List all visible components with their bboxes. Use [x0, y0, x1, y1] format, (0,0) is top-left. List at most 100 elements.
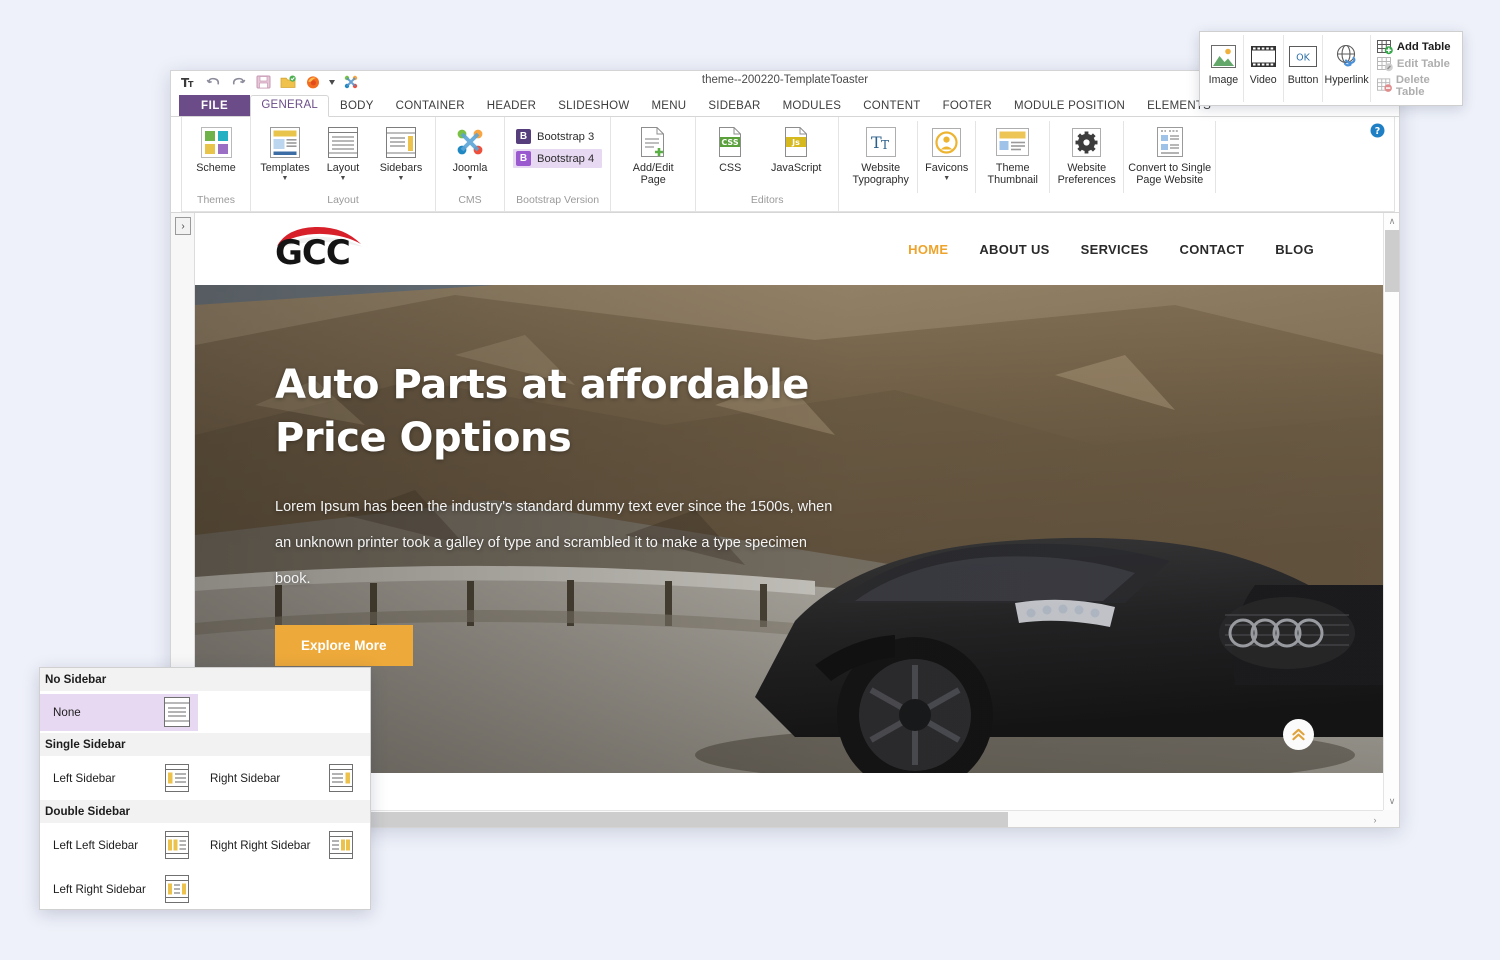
website-preview-canvas[interactable]: GCC HOME ABOUT US SERVICES CONTACT BLOG	[195, 213, 1399, 827]
delete-table-button[interactable]: Delete Table	[1377, 74, 1458, 98]
redo-icon[interactable]	[229, 74, 247, 91]
sidebar-option-right-right-sidebar-label: Right Right Sidebar	[201, 839, 324, 852]
tab-footer[interactable]: FOOTER	[932, 96, 1003, 117]
sidebar-option-right-sidebar[interactable]: Right Sidebar	[201, 760, 362, 797]
hyperlink-icon	[1334, 41, 1360, 71]
css-editor-button[interactable]: CSS CSS	[701, 121, 759, 174]
sidebars-dropdown-panel: No Sidebar None Single Sidebar Left Side…	[39, 667, 371, 910]
sidebars-caret-icon[interactable]: ▼	[398, 175, 405, 182]
css-file-icon: CSS	[717, 124, 744, 160]
edit-table-button[interactable]: Edit Table	[1377, 57, 1458, 72]
ribbon-group-page: Add/Edit Page	[611, 117, 696, 211]
tab-module-position[interactable]: MODULE POSITION	[1003, 96, 1136, 117]
typography-icon: T T	[866, 124, 896, 160]
templates-button[interactable]: Templates ▼	[256, 121, 314, 182]
nav-link-services[interactable]: SERVICES	[1081, 242, 1149, 257]
delete-table-label: Delete Table	[1396, 74, 1458, 98]
joomla-icon[interactable]	[342, 74, 360, 91]
bootstrap3-badge-icon: B	[516, 129, 531, 144]
favicons-button[interactable]: Favicons ▼	[918, 121, 976, 193]
nav-link-home[interactable]: HOME	[908, 242, 948, 257]
preview-firefox-icon[interactable]	[304, 74, 322, 91]
bootstrap4-label: Bootstrap 4	[537, 153, 594, 165]
scrollbar-corner	[1383, 810, 1399, 827]
favicons-label: Favicons	[925, 162, 968, 174]
sidebar-left-left-icon	[160, 831, 194, 859]
add-edit-page-icon	[639, 124, 667, 160]
website-typography-button[interactable]: T T Website Typography	[844, 121, 918, 193]
sidebar-option-row: Left Sidebar Right Sidebar	[40, 756, 370, 800]
joomla-cms-button[interactable]: Joomla ▼	[441, 121, 499, 182]
add-edit-page-button[interactable]: Add/Edit Page	[616, 121, 690, 186]
layout-caret-icon[interactable]: ▼	[340, 175, 347, 182]
joomla-caret-icon[interactable]: ▼	[467, 175, 474, 182]
tab-slideshow[interactable]: SLIDESHOW	[547, 96, 640, 117]
tab-menu[interactable]: MENU	[640, 96, 697, 117]
scroll-down-arrow-icon[interactable]: ∨	[1384, 793, 1399, 810]
sidebars-label: Sidebars	[380, 162, 423, 174]
scroll-up-arrow-icon[interactable]: ∧	[1384, 213, 1399, 230]
nav-link-contact[interactable]: CONTACT	[1180, 242, 1245, 257]
add-table-button[interactable]: Add Table	[1377, 40, 1458, 55]
bootstrap4-option[interactable]: B Bootstrap 4	[513, 149, 602, 168]
scheme-button[interactable]: Scheme	[187, 121, 245, 174]
favicons-caret-icon[interactable]: ▼	[943, 175, 950, 182]
tab-container[interactable]: CONTAINER	[385, 96, 476, 117]
scheme-label: Scheme	[196, 162, 236, 174]
save-icon[interactable]	[254, 74, 272, 91]
undo-icon[interactable]	[204, 74, 222, 91]
sidebar-option-row: Left Right Sidebar	[40, 867, 370, 911]
export-icon[interactable]	[279, 74, 297, 91]
sidebar-option-left-left-sidebar[interactable]: Left Left Sidebar	[40, 827, 201, 864]
nav-link-about-us[interactable]: ABOUT US	[979, 242, 1049, 257]
button-icon: OK	[1289, 41, 1317, 71]
insert-video-button[interactable]: Video	[1244, 35, 1284, 102]
javascript-editor-button[interactable]: Js JavaScript	[759, 121, 833, 174]
preview-horizontal-scrollbar[interactable]: ›	[195, 810, 1383, 827]
layout-button[interactable]: Layout ▼	[314, 121, 372, 182]
website-preview: GCC HOME ABOUT US SERVICES CONTACT BLOG	[195, 213, 1384, 773]
table-actions-group: Add Table Edit Table	[1371, 35, 1458, 102]
explore-more-button[interactable]: Explore More	[275, 625, 413, 666]
site-logo-text: GCC	[275, 233, 350, 273]
ribbon-group-label-layout: Layout	[256, 193, 430, 206]
tab-body[interactable]: BODY	[329, 96, 385, 117]
scroll-to-top-button[interactable]	[1283, 719, 1314, 750]
templates-caret-icon[interactable]: ▼	[282, 175, 289, 182]
website-preferences-button[interactable]: Website Preferences	[1050, 121, 1124, 193]
sidebar-right-icon	[324, 764, 358, 792]
sidebar-option-left-sidebar[interactable]: Left Sidebar	[40, 760, 201, 797]
insert-hyperlink-button[interactable]: Hyperlink	[1323, 35, 1370, 102]
add-edit-page-label: Add/Edit Page	[633, 162, 674, 186]
website-preferences-label: Website Preferences	[1058, 162, 1116, 186]
tab-modules[interactable]: MODULES	[772, 96, 853, 117]
tab-general[interactable]: GENERAL	[250, 95, 329, 117]
convert-single-page-button[interactable]: Convert to Single Page Website	[1124, 121, 1216, 193]
bootstrap3-label: Bootstrap 3	[537, 131, 594, 143]
help-icon[interactable]: ?	[1370, 123, 1385, 138]
bootstrap3-option[interactable]: B Bootstrap 3	[513, 127, 602, 146]
sidebar-option-right-right-sidebar[interactable]: Right Right Sidebar	[201, 827, 362, 864]
font-size-icon[interactable]: T T	[179, 74, 197, 91]
expand-panel-button[interactable]: ›	[175, 217, 191, 235]
sidebars-button[interactable]: Sidebars ▼	[372, 121, 430, 182]
sidebar-option-left-right-sidebar[interactable]: Left Right Sidebar	[40, 871, 201, 908]
vertical-scroll-thumb[interactable]	[1385, 230, 1399, 292]
sidebar-option-left-left-sidebar-label: Left Left Sidebar	[40, 839, 160, 852]
ribbon-group-label-bootstrap: Bootstrap Version	[510, 193, 605, 206]
nav-link-blog[interactable]: BLOG	[1275, 242, 1314, 257]
sidebar-option-right-sidebar-label: Right Sidebar	[201, 772, 324, 785]
tab-header[interactable]: HEADER	[476, 96, 547, 117]
preview-vertical-scrollbar[interactable]: ∧ ∨	[1383, 213, 1399, 810]
convert-single-page-label: Convert to Single Page Website	[1128, 162, 1211, 186]
tab-content[interactable]: CONTENT	[852, 96, 931, 117]
quickbar-caret-icon[interactable]	[329, 74, 335, 91]
scroll-right-arrow-icon[interactable]: ›	[1367, 811, 1383, 827]
insert-button-button[interactable]: OK Button	[1284, 35, 1324, 102]
site-logo[interactable]: GCC	[275, 225, 395, 273]
theme-thumbnail-button[interactable]: Theme Thumbnail	[976, 121, 1050, 193]
tab-file[interactable]: FILE	[179, 95, 250, 117]
insert-image-button[interactable]: Image	[1204, 35, 1244, 102]
tab-sidebar[interactable]: SIDEBAR	[697, 96, 771, 117]
sidebar-option-none[interactable]: None	[40, 694, 198, 731]
